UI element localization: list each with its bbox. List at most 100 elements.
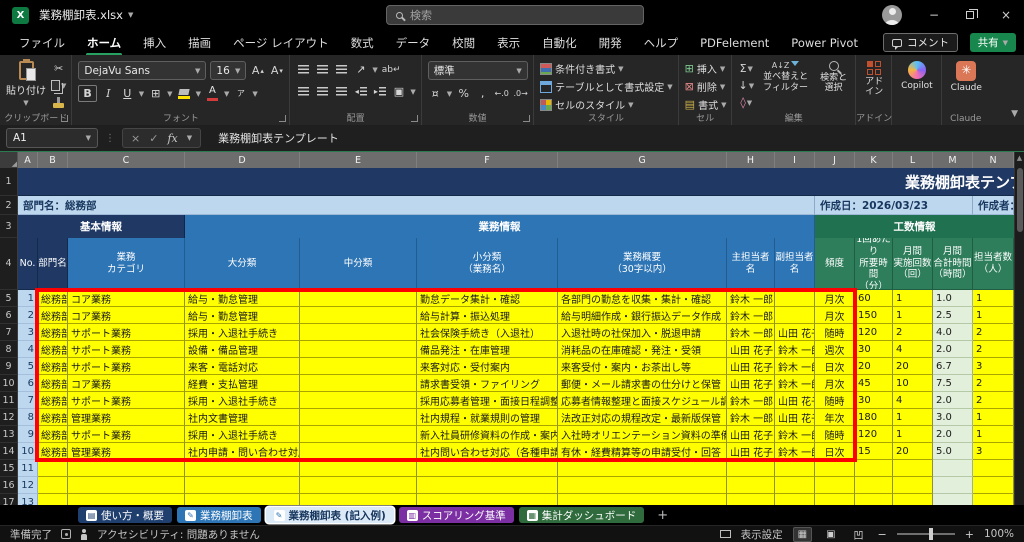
insert-cells-button[interactable]: ⊞挿入▼	[685, 61, 727, 76]
cell-main[interactable]	[727, 460, 775, 477]
cell-cnt[interactable]: 1	[893, 426, 933, 443]
fill-color-button[interactable]	[177, 85, 192, 102]
cell-cnt[interactable]: 1	[893, 307, 933, 324]
align-left-button[interactable]	[296, 83, 311, 100]
fill-button[interactable]: ↓▼	[738, 78, 754, 93]
cell-cat[interactable]	[68, 494, 185, 505]
ribbon-tab-描画[interactable]: 描画	[177, 31, 222, 55]
conditional-formatting-button[interactable]: 条件付き書式▼	[540, 61, 673, 76]
cell-no[interactable]: 12	[18, 477, 38, 494]
cell-dept[interactable]	[38, 494, 68, 505]
cell-desc[interactable]: 各部門の勤怠を収集・集計・確認	[558, 290, 727, 307]
copy-button[interactable]: ▼	[51, 78, 66, 93]
vertical-scrollbar[interactable]: ▲	[1014, 152, 1024, 505]
cell-desc[interactable]	[558, 494, 727, 505]
cell-small[interactable]	[417, 494, 558, 505]
cell-cnt[interactable]	[893, 460, 933, 477]
cell-freq[interactable]	[815, 477, 855, 494]
column-header-E[interactable]: E	[300, 152, 417, 168]
row-header[interactable]: 3	[0, 215, 18, 238]
cell-hours[interactable]: 2.0	[933, 341, 973, 358]
cell-sub[interactable]: 山田 花子	[775, 392, 815, 409]
ribbon-tab-ファイル[interactable]: ファイル	[8, 31, 76, 55]
cell-cat[interactable]: コア業務	[68, 375, 185, 392]
cell-min[interactable]: 150	[855, 307, 893, 324]
column-header-I[interactable]: I	[775, 152, 815, 168]
sheet-tab[interactable]: ▦集計ダッシュボード	[519, 507, 645, 523]
grow-font-button[interactable]: A▴	[250, 62, 265, 79]
sheet-tab[interactable]: ✎業務棚卸表	[177, 507, 261, 523]
decrease-indent-button[interactable]: ◂	[353, 83, 368, 100]
cell-large[interactable]: 採用・入退社手続き	[185, 324, 300, 341]
column-title[interactable]: No.	[18, 238, 38, 290]
cell-desc[interactable]: 給与明細作成・銀行振込データ作成	[558, 307, 727, 324]
cell-large[interactable]	[185, 494, 300, 505]
cell-cnt[interactable]: 4	[893, 392, 933, 409]
cell-small[interactable]: 新入社員研修資料の作成・案内	[417, 426, 558, 443]
cell-desc[interactable]: 消耗品の在庫確認・発注・受領	[558, 341, 727, 358]
sheet-tab[interactable]: ✎業務棚卸表 (記入例)	[266, 507, 394, 523]
cell-hours[interactable]	[933, 460, 973, 477]
cell-cnt[interactable]: 2	[893, 324, 933, 341]
cell-min[interactable]: 120	[855, 426, 893, 443]
column-header-D[interactable]: D	[185, 152, 300, 168]
cell-desc[interactable]	[558, 460, 727, 477]
cell-hours[interactable]: 2.0	[933, 426, 973, 443]
column-title[interactable]: 1回あたり 所要時間 （分）	[855, 238, 893, 290]
cell-no[interactable]: 2	[18, 307, 38, 324]
add-sheet-button[interactable]: +	[657, 508, 668, 523]
row-header[interactable]: 6	[0, 307, 18, 324]
cell-freq[interactable]: 年次	[815, 409, 855, 426]
column-header-K[interactable]: K	[855, 152, 893, 168]
cell-cnt[interactable]: 10	[893, 375, 933, 392]
cell-mid[interactable]	[300, 409, 417, 426]
collapse-ribbon-icon[interactable]: ▼	[1011, 109, 1018, 119]
row-header[interactable]: 9	[0, 358, 18, 375]
cell-cnt[interactable]: 1	[893, 409, 933, 426]
cell-sub[interactable]	[775, 477, 815, 494]
column-header-G[interactable]: G	[558, 152, 727, 168]
ribbon-tab-表示[interactable]: 表示	[486, 31, 531, 55]
excel-app-icon[interactable]: X	[12, 7, 29, 24]
cell-freq[interactable]: 日次	[815, 358, 855, 375]
share-button[interactable]: 共有 ▼	[970, 33, 1016, 52]
cell-min[interactable]: 20	[855, 358, 893, 375]
cell-cnt[interactable]: 20	[893, 443, 933, 460]
font-size-select[interactable]: 16▼	[210, 61, 246, 80]
cell-mid[interactable]	[300, 290, 417, 307]
zoom-slider-thumb[interactable]	[929, 528, 933, 540]
cell-hours[interactable]: 7.5	[933, 375, 973, 392]
cell-mid[interactable]	[300, 494, 417, 505]
delete-cells-button[interactable]: ⊠削除▼	[685, 79, 727, 94]
cell-dept[interactable]: 総務部	[38, 307, 68, 324]
cell-sub[interactable]: 鈴木 一郎	[775, 341, 815, 358]
column-title[interactable]: 大分類	[185, 238, 300, 290]
cell-main[interactable]: 山田 花子	[727, 358, 775, 375]
cell-large[interactable]: 設備・備品管理	[185, 341, 300, 358]
cell-main[interactable]: 鈴木 一郎	[727, 307, 775, 324]
sort-filter-button[interactable]: A↓Z 並べ替えと フィルター	[760, 61, 811, 110]
cell-dept[interactable]: 総務部	[38, 426, 68, 443]
cell-sub[interactable]: 鈴木 一郎	[775, 443, 815, 460]
cell-cat[interactable]	[68, 460, 185, 477]
cancel-entry-button[interactable]: ×	[131, 132, 140, 145]
cell-cat[interactable]: サポート業務	[68, 426, 185, 443]
column-title[interactable]: 業務概要 （30字以内）	[558, 238, 727, 290]
macro-record-icon[interactable]	[61, 529, 71, 539]
page-break-view-button[interactable]: 凹	[850, 526, 868, 542]
cell-dept[interactable]: 総務部	[38, 443, 68, 460]
dialog-launcher-icon[interactable]	[61, 115, 68, 122]
cell-sub[interactable]: 鈴木 一郎	[775, 375, 815, 392]
row-header[interactable]: 1	[0, 168, 18, 196]
cell-cnt[interactable]: 4	[893, 341, 933, 358]
cell-small[interactable]: 給与計算・振込処理	[417, 307, 558, 324]
cell-styles-button[interactable]: セルのスタイル▼	[540, 97, 673, 112]
cell-hours[interactable]	[933, 477, 973, 494]
cell-desc[interactable]: 入退社時の社保加入・脱退申請	[558, 324, 727, 341]
cell-large[interactable]: 採用・入退社手続き	[185, 392, 300, 409]
sheet-tab[interactable]: ▤使い方・概要	[78, 507, 172, 523]
column-header-A[interactable]: A	[18, 152, 38, 168]
shrink-font-button[interactable]: A▾	[269, 62, 284, 79]
cell-people[interactable]: 3	[973, 358, 1014, 375]
section-kosu-info[interactable]: 工数情報	[815, 215, 1014, 238]
